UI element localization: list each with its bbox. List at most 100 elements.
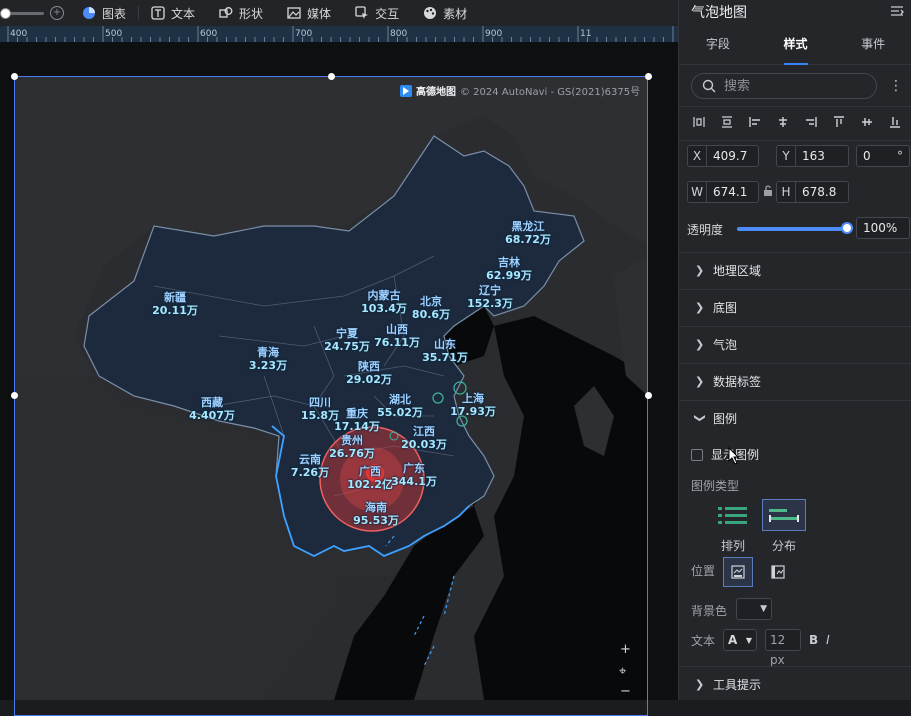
search-icon xyxy=(702,79,716,93)
section-legend[interactable]: ❯ 图例 xyxy=(679,400,911,436)
interaction-icon xyxy=(355,6,369,19)
ruler-label: 11 xyxy=(580,29,591,39)
zoom-slider[interactable] xyxy=(0,7,44,19)
toolbar-shape[interactable]: 形状 xyxy=(207,0,275,26)
legend-distribution-option[interactable] xyxy=(762,499,806,531)
resize-handle-t[interactable] xyxy=(328,73,335,80)
collapse-panel-icon[interactable] xyxy=(890,5,904,19)
toolbar-text[interactable]: 文本 xyxy=(139,0,207,26)
ruler-label: 900 xyxy=(485,29,502,39)
province-label: 云南 7.26万 xyxy=(290,453,330,479)
mouse-cursor-icon xyxy=(728,447,740,465)
map-attribution: 高德地图 © 2024 AutoNavi - GS(2021)6375号 xyxy=(400,83,640,98)
tab-fields[interactable]: 字段 xyxy=(679,24,757,64)
y-value[interactable]: 163 xyxy=(796,149,848,163)
toolbar-chart[interactable]: 图表 xyxy=(70,0,138,26)
opacity-slider[interactable] xyxy=(737,222,853,234)
distribute-horizontal-icon[interactable] xyxy=(691,114,707,130)
show-legend-row[interactable]: 显示图例 xyxy=(691,446,759,463)
distribute-vertical-icon[interactable] xyxy=(719,114,735,130)
map-zoom-out-button[interactable]: − xyxy=(620,684,631,699)
ruler-ticks: 400 500 600 700 800 900 11 xyxy=(7,26,674,42)
align-top-icon[interactable] xyxy=(831,114,847,130)
aspect-lock-icon[interactable] xyxy=(763,185,773,197)
horizontal-ruler: 400 500 600 700 800 900 11 xyxy=(0,26,678,42)
bubble-map[interactable]: 黑龙江 68.72万 吉林 62.99万 辽宁 152.3万 新疆 20.11万 内蒙古… xyxy=(14,76,648,700)
map-zoom-in-button[interactable]: + xyxy=(620,642,631,657)
align-right-icon[interactable] xyxy=(803,114,819,130)
province-label: 江西 20.03万 xyxy=(401,425,447,451)
province-label: 陕西 29.02万 xyxy=(346,360,392,386)
province-label: 海南 95.53万 xyxy=(353,501,399,527)
province-label: 内蒙古 103.4万 xyxy=(361,289,407,315)
align-center-h-icon[interactable] xyxy=(775,114,791,130)
resize-handle-r[interactable] xyxy=(645,392,652,399)
tab-events[interactable]: 事件 xyxy=(834,24,911,64)
legend-type-list[interactable]: 排列 xyxy=(711,499,755,554)
legend-position-right[interactable] xyxy=(763,557,793,587)
map-locate-button[interactable]: ⌖ xyxy=(619,664,626,679)
text-style-label: 文本 xyxy=(691,633,716,648)
toolbar-interaction[interactable]: 交互 xyxy=(343,0,411,26)
h-value[interactable]: 678.8 xyxy=(796,185,848,199)
show-legend-checkbox[interactable] xyxy=(691,448,703,461)
zoom-in-icon[interactable]: + xyxy=(50,6,64,20)
province-label: 山西 76.11万 xyxy=(374,323,420,349)
ruler-label: 500 xyxy=(105,29,122,39)
align-bottom-icon[interactable] xyxy=(887,114,903,130)
legend-position-bottom[interactable] xyxy=(723,557,753,587)
legend-position-right-icon xyxy=(771,565,785,579)
shape-icon xyxy=(219,7,233,18)
italic-button[interactable]: I xyxy=(826,633,830,647)
province-label: 广东 344.1万 xyxy=(391,462,437,488)
search-box xyxy=(691,73,877,99)
section-label: 底图 xyxy=(713,301,738,315)
x-value[interactable]: 409.7 xyxy=(707,149,758,163)
resize-handle-tl[interactable] xyxy=(11,73,18,80)
toolbar-interaction-label: 交互 xyxy=(375,6,400,21)
section-tooltip[interactable]: ❯ 工具提示 xyxy=(679,666,911,702)
section-data-labels[interactable]: ❯ 数据标签 xyxy=(679,363,911,399)
h-field[interactable]: H 678.8 xyxy=(776,181,849,203)
section-basemap[interactable]: ❯ 底图 xyxy=(679,289,911,325)
section-bubble[interactable]: ❯ 气泡 xyxy=(679,326,911,362)
font-select[interactable]: A ▼ xyxy=(723,629,758,651)
toolbar-media[interactable]: 媒体 xyxy=(275,0,343,26)
map-geometry xyxy=(14,76,648,700)
legend-distribution-icon xyxy=(769,509,799,522)
opacity-input[interactable]: 100% xyxy=(856,217,910,239)
toolbar-assets[interactable]: 素材 xyxy=(411,0,479,26)
more-options-icon[interactable]: ⋮ xyxy=(889,78,903,94)
bg-color-picker[interactable]: ▼ xyxy=(736,598,772,620)
resize-handle-l[interactable] xyxy=(11,392,18,399)
legend-list-option[interactable] xyxy=(711,499,755,531)
resize-handle-tr[interactable] xyxy=(645,73,652,80)
ruler-label: 700 xyxy=(295,29,312,39)
y-field[interactable]: Y 163 xyxy=(776,145,849,167)
align-middle-icon[interactable] xyxy=(859,114,875,130)
legend-position-bottom-icon xyxy=(731,565,745,579)
x-field[interactable]: X 409.7 xyxy=(687,145,759,167)
font-size-input[interactable]: 12 px xyxy=(765,629,802,667)
align-left-icon[interactable] xyxy=(747,114,763,130)
y-label: Y xyxy=(777,146,796,166)
toolbar-chart-label: 图表 xyxy=(102,6,127,21)
rotation-field[interactable]: 0 ° xyxy=(856,145,910,167)
legend-type-distribution[interactable]: 分布 xyxy=(762,499,806,554)
search-input[interactable] xyxy=(722,77,866,95)
legend-list-caption: 排列 xyxy=(720,539,745,553)
opacity-slider-knob[interactable] xyxy=(841,222,853,234)
chevron-down-icon: ▼ xyxy=(745,635,753,645)
divider xyxy=(679,106,911,107)
w-field[interactable]: W 674.1 xyxy=(687,181,759,203)
chevron-down-icon: ▼ xyxy=(760,604,767,614)
legend-distribution-caption: 分布 xyxy=(771,539,796,553)
tab-style[interactable]: 样式 xyxy=(757,24,835,64)
legend-text-row: 文本 A ▼ 12 px B I xyxy=(691,629,830,667)
w-value[interactable]: 674.1 xyxy=(707,185,758,199)
ruler-label: 800 xyxy=(390,29,407,39)
bold-button[interactable]: B xyxy=(809,633,818,647)
zoom-slider-knob[interactable] xyxy=(0,7,11,19)
section-geo-region[interactable]: ❯ 地理区域 xyxy=(679,252,911,288)
rotation-value[interactable]: 0 xyxy=(857,149,897,163)
